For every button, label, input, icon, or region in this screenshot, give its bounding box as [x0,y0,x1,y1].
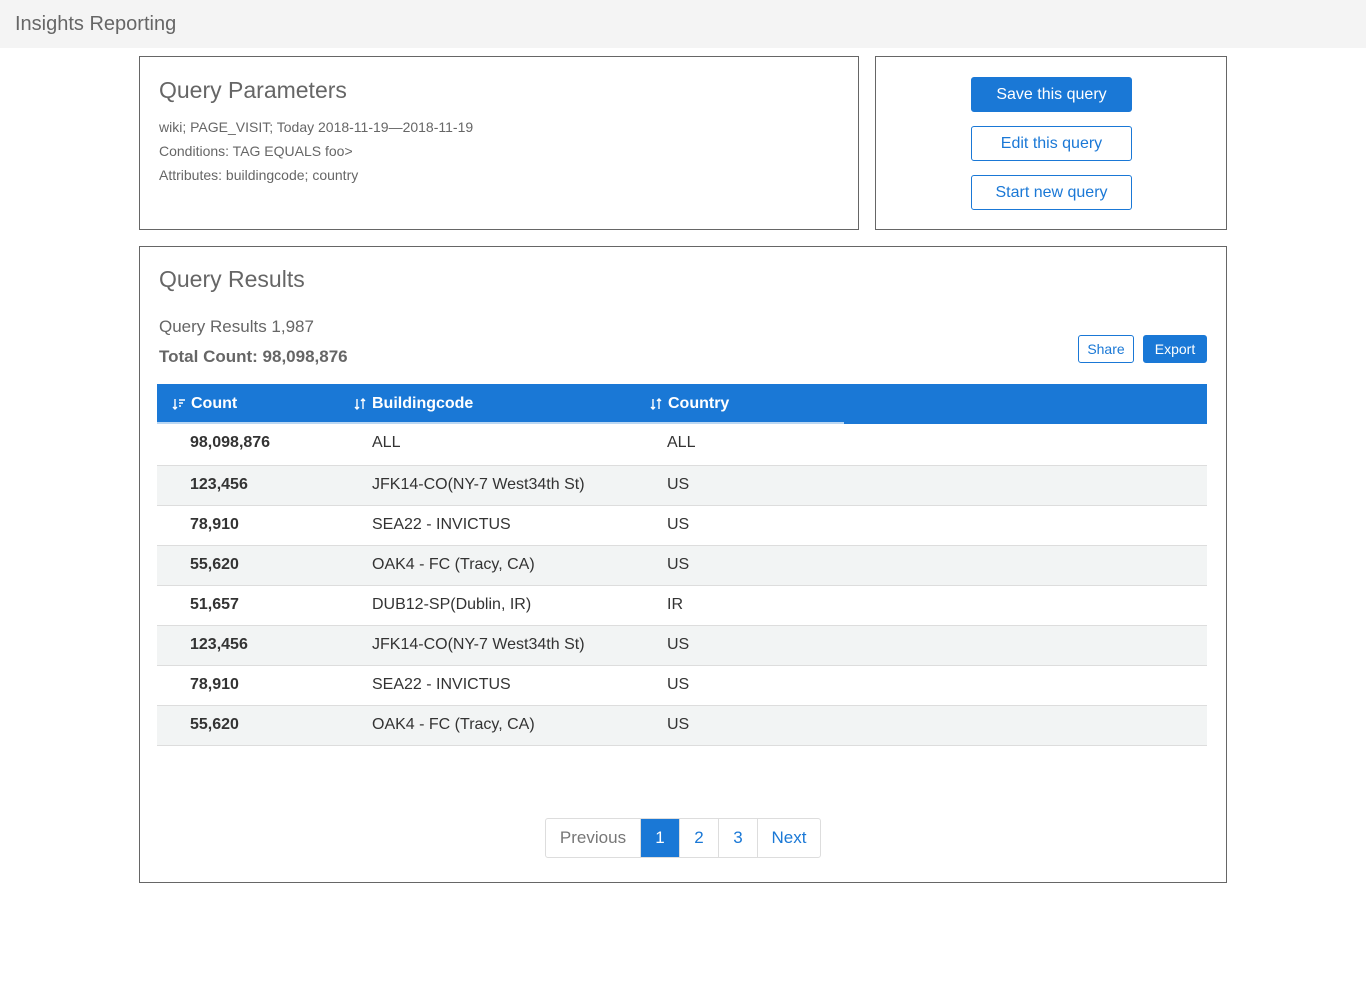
app-title: Insights Reporting [15,13,177,35]
table-row: 55,620 OAK4 - FC (Tracy, CA) US [157,546,1207,586]
column-header-country[interactable]: Country [649,395,729,413]
pagination-previous[interactable]: Previous [546,819,640,857]
pagination-next[interactable]: Next [757,819,820,857]
table-row: 78,910 SEA22 - INVICTUS US [157,506,1207,546]
cell-country: US [667,556,690,573]
cell-buildingcode: DUB12-SP(Dublin, IR) [372,596,532,613]
table-row: 78,910 SEA22 - INVICTUS US [157,666,1207,706]
params-conditions: Conditions: TAG EQUALS foo> [159,143,353,159]
cell-buildingcode: OAK4 - FC (Tracy, CA) [372,556,535,573]
table-row: 98,098,876 ALL ALL [157,424,1207,466]
cell-buildingcode: JFK14-CO(NY-7 West34th St) [372,476,585,493]
query-results-count: Query Results 1,987 [159,317,314,336]
table-row: 123,456 JFK14-CO(NY-7 West34th St) US [157,466,1207,506]
cell-buildingcode: OAK4 - FC (Tracy, CA) [372,716,535,733]
cell-country: IR [667,596,683,613]
table-row: 51,657 DUB12-SP(Dublin, IR) IR [157,586,1207,626]
cell-buildingcode: SEA22 - INVICTUS [372,676,511,693]
cell-country: US [667,676,690,693]
cell-buildingcode: SEA22 - INVICTUS [372,516,511,533]
cell-count: 78,910 [190,676,239,693]
export-button[interactable]: Export [1143,335,1207,363]
total-count: Total Count: 98,098,876 [159,347,348,366]
cell-country: ALL [667,434,696,451]
column-header-buildingcode[interactable]: Buildingcode [353,395,473,413]
cell-country: US [667,476,690,493]
sort-icon [650,398,662,410]
edit-query-button[interactable]: Edit this query [971,126,1132,161]
cell-count: 123,456 [190,636,248,653]
cell-count: 98,098,876 [190,434,271,451]
pagination-page-1[interactable]: 1 [640,819,679,857]
cell-country: US [667,636,690,653]
top-bar: Insights Reporting [0,0,1366,48]
cell-country: US [667,716,690,733]
column-label-buildingcode: Buildingcode [372,395,474,412]
cell-buildingcode: ALL [372,434,401,451]
column-header-count[interactable]: Count [172,395,237,413]
query-results-panel: Query Results Query Results 1,987 Total … [139,246,1227,883]
cell-buildingcode: JFK14-CO(NY-7 West34th St) [372,636,585,653]
share-button[interactable]: Share [1078,335,1134,363]
cell-count: 78,910 [190,516,239,533]
table-header: Count Buildingcode Country [157,384,1207,424]
pagination-page-3[interactable]: 3 [718,819,757,857]
column-label-country: Country [668,395,730,412]
sort-icon [354,398,366,410]
query-parameters-panel: Query Parameters wiki; PAGE_VISIT; Today… [139,56,859,230]
query-actions-panel: Save this query Edit this query Start ne… [875,56,1227,230]
start-new-query-button[interactable]: Start new query [971,175,1132,210]
query-results-title: Query Results [159,266,305,292]
cell-count: 51,657 [190,596,239,613]
pagination: Previous 1 2 3 Next [545,818,821,858]
table-row: 55,620 OAK4 - FC (Tracy, CA) US [157,706,1207,746]
params-attributes: Attributes: buildingcode; country [159,167,359,183]
params-summary: wiki; PAGE_VISIT; Today 2018-11-19—2018-… [159,119,474,135]
sort-desc-icon [172,399,185,410]
cell-count: 123,456 [190,476,248,493]
query-parameters-title: Query Parameters [159,77,347,103]
cell-country: US [667,516,690,533]
cell-count: 55,620 [190,556,239,573]
column-label-count: Count [191,395,238,412]
cell-count: 55,620 [190,716,239,733]
results-table: Count Buildingcode Country 98,098,876 AL… [157,384,1207,746]
pagination-page-2[interactable]: 2 [679,819,718,857]
save-query-button[interactable]: Save this query [971,77,1132,112]
table-row: 123,456 JFK14-CO(NY-7 West34th St) US [157,626,1207,666]
